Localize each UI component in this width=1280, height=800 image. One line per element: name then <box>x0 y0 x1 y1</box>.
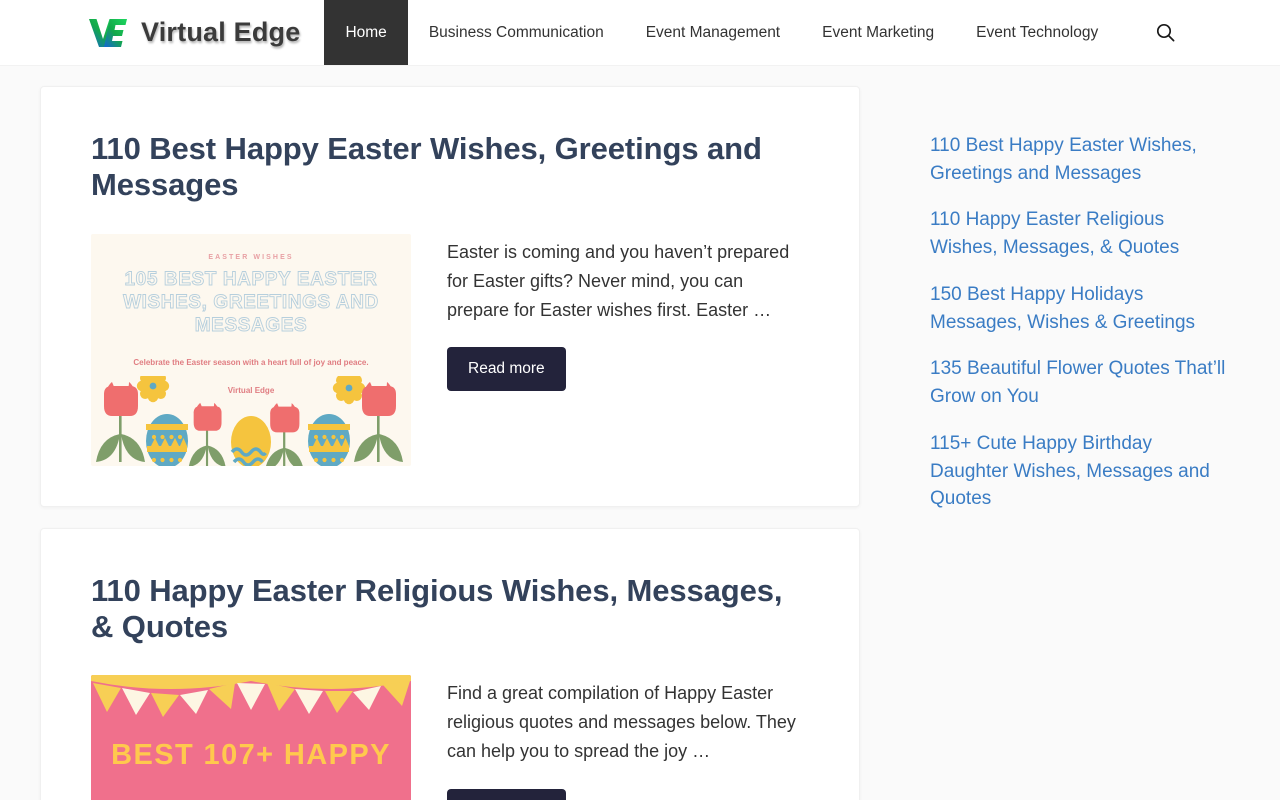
ve-monogram-logo-icon <box>89 18 127 47</box>
post-body: BEST 107+ HAPPY Find a great compilation… <box>91 675 809 800</box>
post-title-link[interactable]: 110 Happy Easter Religious Wishes, Messa… <box>91 573 783 644</box>
thumbnail-subline: Celebrate the Easter season with a heart… <box>133 357 369 367</box>
post-title: 110 Best Happy Easter Wishes, Greetings … <box>91 131 809 204</box>
main-content: 110 Best Happy Easter Wishes, Greetings … <box>40 86 860 800</box>
sidebar-link[interactable]: 110 Best Happy Easter Wishes, Greetings … <box>930 132 1230 187</box>
search-toggle-button[interactable] <box>1137 0 1193 65</box>
sidebar-link[interactable]: 135 Beautiful Flower Quotes That’ll Grow… <box>930 355 1230 410</box>
bunting-illustration <box>91 675 411 718</box>
brand-logo-link[interactable]: Virtual Edge <box>0 0 324 65</box>
post-thumbnail-link[interactable]: EASTER WISHES 105 BEST HAPPY EASTER WISH… <box>91 233 411 466</box>
post-body: EASTER WISHES 105 BEST HAPPY EASTER WISH… <box>91 233 809 466</box>
post-card: 110 Happy Easter Religious Wishes, Messa… <box>40 527 860 800</box>
post-text-column: Find a great compilation of Happy Easter… <box>447 675 809 800</box>
thumbnail-kicker: EASTER WISHES <box>208 253 294 261</box>
post-thumbnail-link[interactable]: BEST 107+ HAPPY <box>91 675 411 800</box>
nav-item-home[interactable]: Home <box>324 0 408 65</box>
post-title-link[interactable]: 110 Best Happy Easter Wishes, Greetings … <box>91 131 762 202</box>
nav-item-event-management[interactable]: Event Management <box>625 0 801 65</box>
post-excerpt: Find a great compilation of Happy Easter… <box>447 683 796 762</box>
thumbnail-headline: 105 BEST HAPPY EASTER WISHES, GREETINGS … <box>123 268 379 337</box>
read-more-button[interactable]: Read more <box>447 347 566 391</box>
list-item: 110 Best Happy Easter Wishes, Greetings … <box>930 132 1230 187</box>
sidebar: 110 Best Happy Easter Wishes, Greetings … <box>930 86 1230 532</box>
recent-posts-list: 110 Best Happy Easter Wishes, Greetings … <box>930 132 1230 513</box>
post-card: 110 Best Happy Easter Wishes, Greetings … <box>40 86 860 507</box>
read-more-button[interactable]: Read more <box>447 788 566 800</box>
sidebar-link[interactable]: 110 Happy Easter Religious Wishes, Messa… <box>930 206 1230 261</box>
nav-item-event-marketing[interactable]: Event Marketing <box>801 0 955 65</box>
post-text-column: Easter is coming and you haven’t prepare… <box>447 234 809 391</box>
easter-garden-illustration <box>96 375 403 466</box>
list-item: 135 Beautiful Flower Quotes That’ll Grow… <box>930 355 1230 410</box>
post-title: 110 Happy Easter Religious Wishes, Messa… <box>91 573 809 646</box>
search-icon <box>1156 23 1175 42</box>
list-item: 115+ Cute Happy Birthday Daughter Wishes… <box>930 430 1230 513</box>
list-item: 110 Happy Easter Religious Wishes, Messa… <box>930 206 1230 261</box>
sidebar-link[interactable]: 150 Best Happy Holidays Messages, Wishes… <box>930 281 1230 336</box>
nav-item-event-technology[interactable]: Event Technology <box>955 0 1119 65</box>
nav-item-business-communication[interactable]: Business Communication <box>408 0 625 65</box>
sidebar-link[interactable]: 115+ Cute Happy Birthday Daughter Wishes… <box>930 430 1230 513</box>
brand-name: Virtual Edge <box>141 17 301 47</box>
site-header: Virtual Edge Home Business Communication… <box>0 0 1280 66</box>
thumbnail-headline: BEST 107+ HAPPY <box>111 739 391 772</box>
main-navigation: Home Business Communication Event Manage… <box>324 0 1280 65</box>
post-excerpt: Easter is coming and you haven’t prepare… <box>447 241 790 320</box>
page-layout: 110 Best Happy Easter Wishes, Greetings … <box>0 66 1280 800</box>
list-item: 150 Best Happy Holidays Messages, Wishes… <box>930 281 1230 336</box>
